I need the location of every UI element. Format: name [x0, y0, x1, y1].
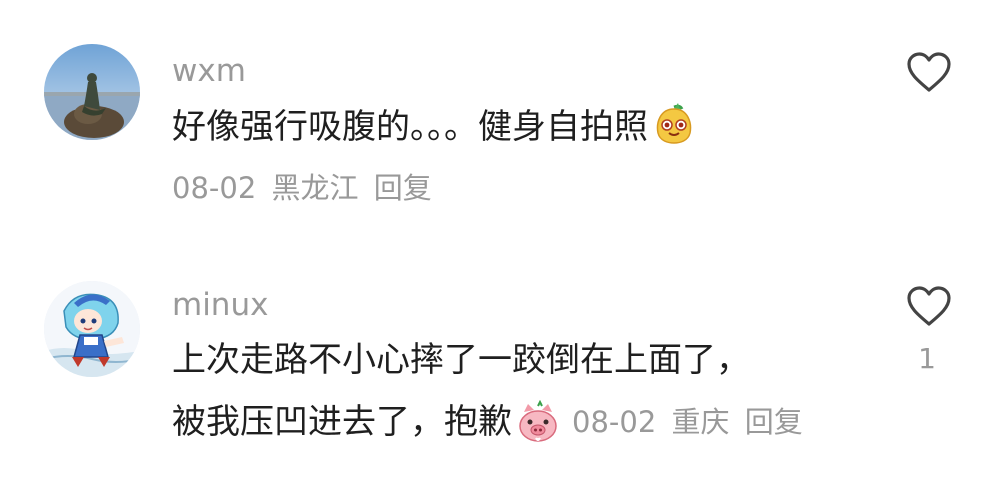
comment-text-line: 好像强行吸腹的。。。健身自拍照: [172, 107, 648, 147]
comment-meta: 08-02 黑龙江 回复: [172, 168, 438, 208]
comment-text-line-2: 被我压凹进去了，抱歉 08-02 重庆 回复: [172, 398, 809, 446]
heart-outline-icon: [907, 52, 951, 92]
comment-location: 黑龙江: [271, 171, 359, 205]
like-button[interactable]: [905, 284, 953, 328]
avatar[interactable]: [44, 281, 140, 377]
comment-item: wxm 好像强行吸腹的。。。健身自拍照 08-02 黑龙江 回复: [0, 0, 999, 240]
comment-date: 08-02: [172, 171, 257, 205]
comment-item: minux 上次走路不小心摔了一跤倒在上面了， 被我压凹进去了，抱歉 08-02…: [0, 240, 999, 482]
like-button[interactable]: [905, 50, 953, 94]
comment-text: 好像强行吸腹的。。。健身自拍照: [172, 101, 696, 151]
heart-outline-icon: [907, 286, 951, 326]
reply-button[interactable]: 回复: [374, 171, 432, 205]
yellow-fruit-emoji-icon: [652, 101, 696, 145]
comment-meta: 08-02 重庆 回复: [572, 398, 809, 446]
comment-location: 重庆: [671, 405, 730, 439]
pig-emoji-icon: [516, 400, 560, 444]
comment-text-line: 上次走路不小心摔了一跤倒在上面了，: [172, 340, 750, 380]
username[interactable]: wxm: [172, 52, 246, 90]
reply-button[interactable]: 回复: [745, 405, 803, 439]
like-count: 1: [918, 342, 936, 375]
comment-date: 08-02: [572, 405, 657, 439]
comment-text-line: 被我压凹进去了，抱歉: [172, 402, 512, 442]
avatar[interactable]: [44, 44, 140, 140]
username[interactable]: minux: [172, 286, 268, 324]
